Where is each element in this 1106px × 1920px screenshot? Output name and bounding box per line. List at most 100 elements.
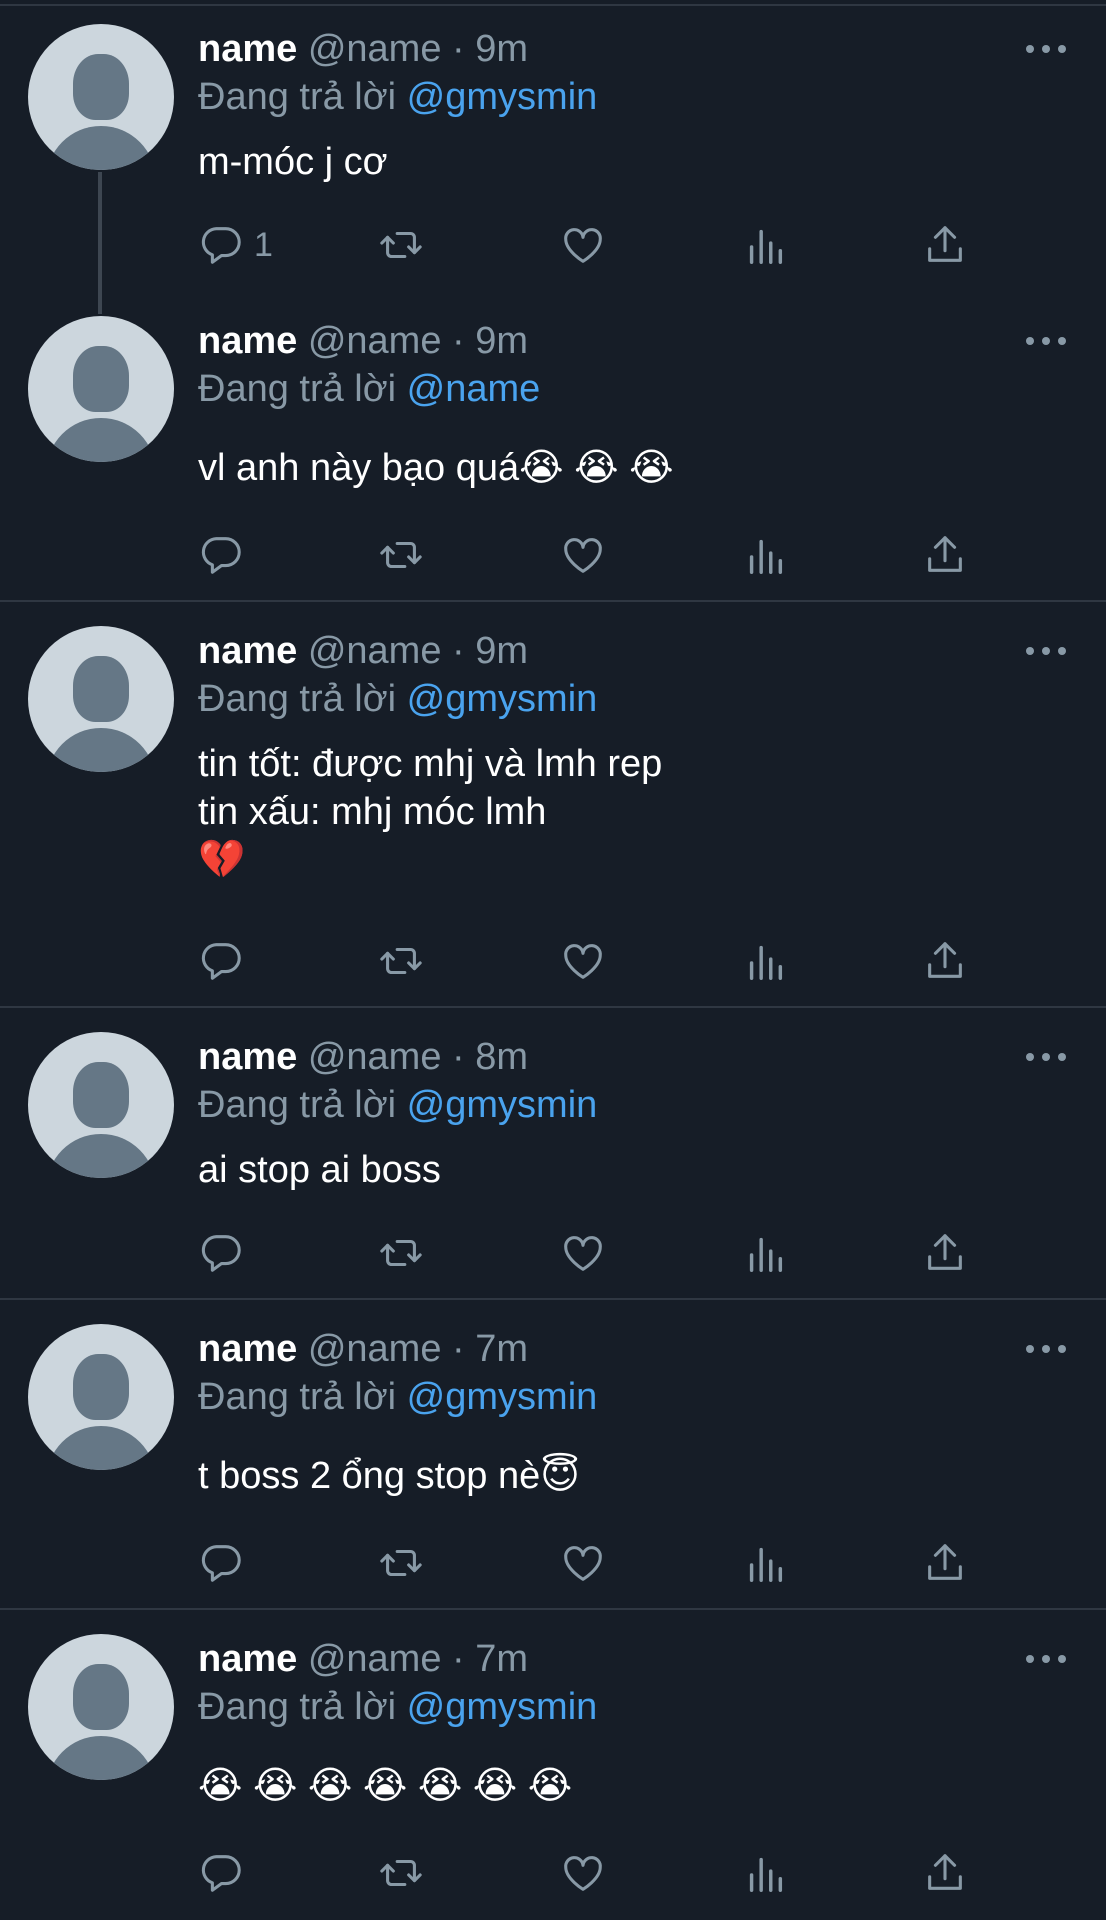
share-button[interactable] [922,1228,968,1278]
timestamp[interactable]: 8m [475,1036,528,1078]
display-name[interactable]: name [198,1036,297,1078]
mention-link[interactable]: @gmysmin [407,1376,598,1418]
user-handle[interactable]: @name [308,28,442,70]
like-button[interactable] [560,936,606,986]
retweet-icon [380,541,422,569]
share-button[interactable] [922,936,968,986]
mention-link[interactable]: @gmysmin [407,1084,598,1126]
reply-button[interactable] [198,1228,254,1278]
tweet-text: t boss 2 ổng stop nè😇 [198,1455,580,1497]
tweet-text: tin tốt: được mhj và lmh rep tin xấu: mh… [198,743,663,881]
mention-link[interactable]: @gmysmin [407,76,598,118]
retweet-button[interactable] [378,936,424,986]
display-name[interactable]: name [198,1638,297,1680]
reply-button[interactable] [198,530,254,580]
avatar-head-shape [73,1664,129,1730]
share-icon [928,1544,962,1580]
analytics-button[interactable] [742,1538,788,1588]
like-button[interactable] [560,220,606,270]
replying-to: Đang trả lời @name [198,366,540,412]
user-handle[interactable]: @name [308,1036,442,1078]
mention-link[interactable]: @gmysmin [407,1686,598,1728]
like-button[interactable] [560,1848,606,1898]
share-button[interactable] [922,530,968,580]
retweet-button[interactable] [378,1538,424,1588]
heart-icon [564,228,602,263]
heart-icon [564,1236,602,1271]
share-icon [928,1234,962,1270]
user-handle[interactable]: @name [308,630,442,672]
replying-to-label: Đang trả lời [198,1376,397,1418]
analytics-icon [749,539,783,574]
avatar-body-shape [46,1134,156,1178]
separator-dot: · [452,28,465,70]
avatar[interactable] [28,626,174,772]
analytics-button[interactable] [742,530,788,580]
like-button[interactable] [560,530,606,580]
retweet-button[interactable] [378,530,424,580]
user-handle[interactable]: @name [308,1638,442,1680]
more-icon[interactable] [1026,329,1066,353]
tweet-header: name @name · 9m [198,628,528,674]
avatar[interactable] [28,1324,174,1470]
user-handle[interactable]: @name [308,320,442,362]
retweet-button[interactable] [378,1228,424,1278]
mention-link[interactable]: @gmysmin [407,678,598,720]
timestamp[interactable]: 9m [475,28,528,70]
analytics-button[interactable] [742,1228,788,1278]
avatar-body-shape [46,1426,156,1470]
mention-link[interactable]: @name [407,368,541,410]
timestamp[interactable]: 9m [475,320,528,362]
tweet-text: vl anh này bạo quá😭 😭 😭 [198,447,674,489]
replying-to-label: Đang trả lời [198,1686,397,1728]
avatar[interactable] [28,316,174,462]
more-icon[interactable] [1026,1337,1066,1361]
analytics-button[interactable] [742,220,788,270]
replying-to-label: Đang trả lời [198,1084,397,1126]
timestamp[interactable]: 7m [475,1638,528,1680]
tweet-header: name @name · 9m [198,26,528,72]
analytics-button[interactable] [742,1848,788,1898]
thread-connector-line [98,172,102,314]
timestamp[interactable]: 7m [475,1328,528,1370]
display-name[interactable]: name [198,1328,297,1370]
heart-icon [564,1546,602,1581]
replying-to-label: Đang trả lời [198,678,397,720]
retweet-button[interactable] [378,1848,424,1898]
retweet-icon [380,1549,422,1577]
analytics-icon [749,229,783,264]
more-icon[interactable] [1026,1045,1066,1069]
tweet-header: name @name · 9m [198,318,528,364]
reply-button[interactable] [198,936,254,986]
tweet-header: name @name · 7m [198,1636,528,1682]
timestamp[interactable]: 9m [475,630,528,672]
more-icon[interactable] [1026,639,1066,663]
share-button[interactable] [922,220,968,270]
display-name[interactable]: name [198,320,297,362]
more-icon[interactable] [1026,37,1066,61]
tweet-divider [0,1298,1106,1300]
share-button[interactable] [922,1538,968,1588]
retweet-icon [380,231,422,259]
avatar[interactable] [28,1032,174,1178]
more-icon[interactable] [1026,1647,1066,1671]
share-button[interactable] [922,1848,968,1898]
like-button[interactable] [560,1538,606,1588]
like-button[interactable] [560,1228,606,1278]
tweet-text: 😭 😭 😭 😭 😭 😭 😭 [198,1765,573,1807]
user-handle[interactable]: @name [308,1328,442,1370]
separator-dot: · [452,1638,465,1680]
reply-button[interactable]: 1 [198,220,273,270]
display-name[interactable]: name [198,28,297,70]
retweet-button[interactable] [378,220,424,270]
analytics-button[interactable] [742,936,788,986]
tweet-actions [198,936,978,986]
avatar[interactable] [28,24,174,170]
top-divider [0,4,1106,6]
display-name[interactable]: name [198,630,297,672]
avatar[interactable] [28,1634,174,1780]
separator-dot: · [452,1328,465,1370]
reply-button[interactable] [198,1848,254,1898]
heart-icon [564,1856,602,1891]
reply-button[interactable] [198,1538,254,1588]
